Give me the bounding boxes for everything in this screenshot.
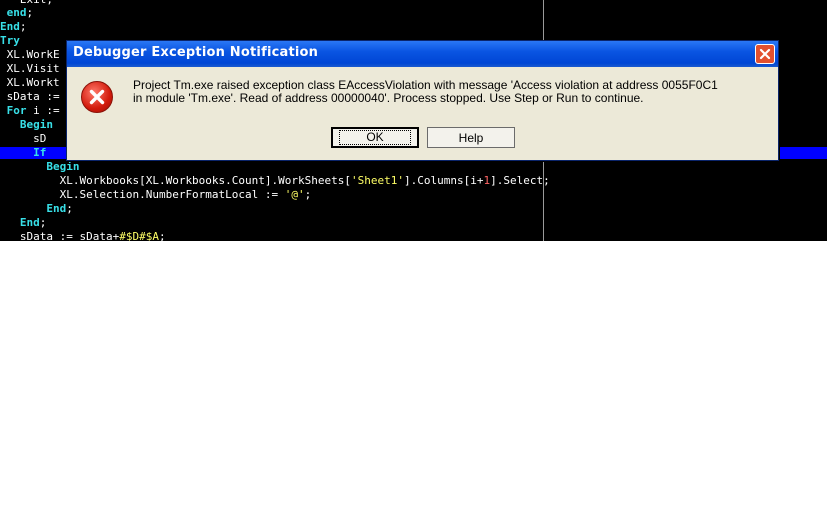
code-token: For bbox=[6, 104, 27, 117]
error-icon bbox=[81, 81, 113, 113]
code-line: sD bbox=[0, 132, 46, 146]
code-token: If bbox=[33, 146, 47, 159]
code-line: end; bbox=[0, 6, 34, 20]
code-token: 'Sheet1' bbox=[351, 174, 404, 187]
code-token: ; bbox=[26, 6, 34, 19]
close-icon bbox=[759, 48, 771, 60]
ok-button[interactable]: OK bbox=[331, 127, 419, 148]
code-token: ; bbox=[304, 188, 312, 201]
code-line: XL.Workt bbox=[0, 76, 60, 90]
code-token: Begin bbox=[46, 160, 80, 173]
code-token: ].Columns[i+ bbox=[404, 174, 484, 187]
code-token: ].Select; bbox=[490, 174, 550, 187]
code-line: Begin bbox=[0, 160, 79, 174]
code-line: End; bbox=[0, 20, 27, 34]
code-line: XL.Selection.NumberFormatLocal := '@'; bbox=[0, 188, 312, 202]
code-line: Begin bbox=[0, 118, 53, 132]
code-line: Try bbox=[0, 34, 20, 48]
help-button[interactable]: Help bbox=[427, 127, 515, 148]
code-line: End; bbox=[0, 202, 73, 216]
code-token: End bbox=[46, 202, 67, 215]
code-token: Begin bbox=[19, 118, 53, 131]
code-line: End; bbox=[0, 216, 47, 230]
code-token: XL.Workt bbox=[6, 76, 60, 89]
code-token: sData := sData+ bbox=[19, 230, 120, 241]
code-line: For i := bbox=[0, 104, 60, 118]
code-line: XL.Workbooks[XL.Workbooks.Count].WorkShe… bbox=[0, 174, 550, 188]
code-line: XL.Visit bbox=[0, 62, 60, 76]
code-token: XL.Workbooks[XL.Workbooks.Count].WorkShe… bbox=[59, 174, 352, 187]
code-token: XL.Selection.NumberFormatLocal := bbox=[59, 188, 285, 201]
code-token: Try bbox=[0, 34, 20, 47]
code-line: XL.WorkE bbox=[0, 48, 60, 62]
code-token: End bbox=[0, 20, 20, 33]
dialog-titlebar[interactable]: Debugger Exception Notification bbox=[67, 41, 778, 67]
dialog-title: Debugger Exception Notification bbox=[73, 45, 319, 60]
exception-message: Project Tm.exe raised exception class EA… bbox=[133, 79, 773, 105]
code-token: ; bbox=[39, 216, 47, 229]
code-token: i := bbox=[26, 104, 60, 117]
code-line: sData := bbox=[0, 90, 60, 104]
ok-button-label: OK bbox=[339, 130, 411, 145]
code-token: ; bbox=[19, 20, 27, 33]
exception-dialog: Debugger Exception Notification Project … bbox=[66, 40, 779, 161]
code-line: sData := sData+#$D#$A; bbox=[0, 230, 166, 241]
code-token: End bbox=[19, 216, 40, 229]
message-line-2: in module 'Tm.exe'. Read of address 0000… bbox=[133, 91, 644, 105]
code-token: XL.WorkE bbox=[6, 48, 60, 61]
help-button-label: Help bbox=[458, 130, 484, 145]
close-button[interactable] bbox=[755, 44, 775, 64]
code-token: XL.Visit bbox=[6, 62, 60, 75]
code-token: #$D#$A bbox=[119, 230, 159, 241]
code-token: ; bbox=[158, 230, 166, 241]
code-token: sData := bbox=[6, 90, 60, 103]
code-token: end bbox=[6, 6, 27, 19]
code-token: ; bbox=[66, 202, 73, 215]
code-token: '@' bbox=[284, 188, 305, 201]
code-line: If bbox=[0, 146, 46, 160]
code-token: sD bbox=[33, 132, 47, 145]
